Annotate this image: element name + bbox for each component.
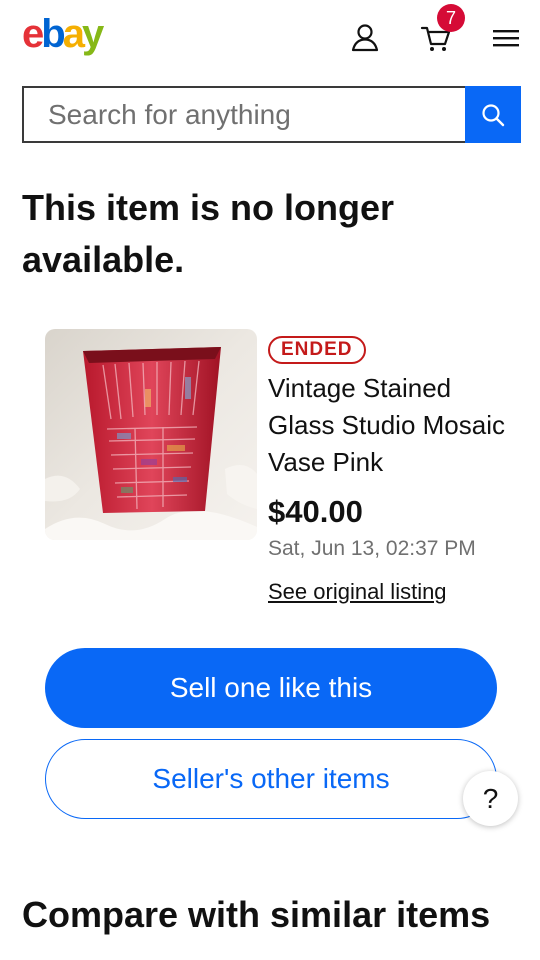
logo-letter-a: a [62,12,85,56]
page: ebay 7 This item is no longer availa [0,0,540,960]
mosaic-vase-image [45,329,257,540]
sellers-other-items-button[interactable]: Seller's other items [45,739,497,819]
sell-one-like-this-button[interactable]: Sell one like this [45,648,497,728]
cart-count-badge[interactable]: 7 [437,4,465,32]
logo-letter-b: b [41,12,66,56]
hamburger-menu-icon[interactable] [491,24,521,52]
page-title: This item is no longer available. [22,187,395,280]
status-badge: ENDED [268,336,366,364]
item-end-date: Sat, Jun 13, 02:37 PM [268,537,476,560]
search-button[interactable] [465,86,521,143]
logo-letter-e: e [22,12,44,56]
search-icon [482,103,505,126]
ebay-logo[interactable]: ebay [22,10,104,58]
header: ebay 7 [0,0,540,70]
see-original-listing-link[interactable]: See original listing [268,579,447,605]
item-title[interactable]: Vintage Stained Glass Studio Mosaic Vase… [268,370,518,481]
compare-similar-items-heading: Compare with similar items [22,894,491,935]
help-button[interactable]: ? [463,771,518,826]
item-image[interactable] [45,329,257,540]
search-input[interactable] [22,86,465,143]
item-price: $40.00 [268,494,363,529]
logo-letter-y: y [81,12,104,56]
user-icon[interactable] [349,22,381,54]
search-bar [22,86,521,143]
